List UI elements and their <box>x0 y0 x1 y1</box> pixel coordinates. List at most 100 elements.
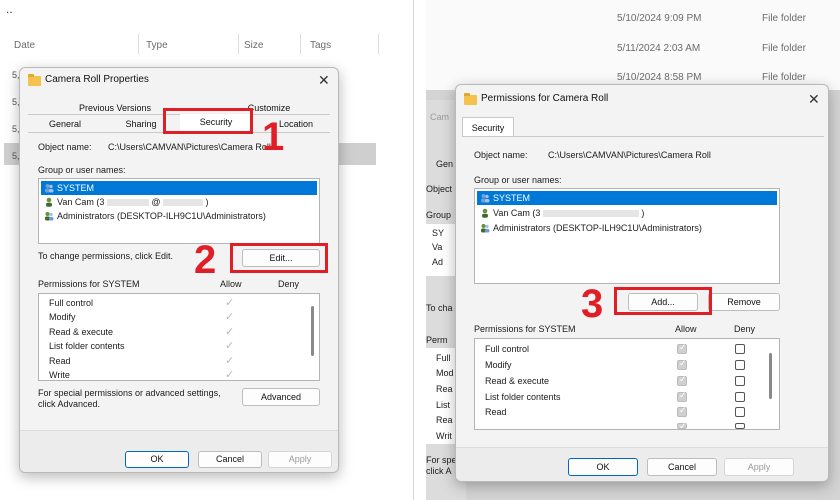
remove-button[interactable]: Remove <box>708 293 780 311</box>
apply-button[interactable]: Apply <box>724 458 794 476</box>
object-name-value: C:\Users\CAMVAN\Pictures\Camera Roll <box>108 142 271 152</box>
list-item-van-cam[interactable]: Van Cam (3 ) <box>477 206 777 220</box>
cancel-button[interactable]: Cancel <box>647 458 717 476</box>
allow-check-icon: ✓ <box>225 297 235 309</box>
column-header-size[interactable]: Size <box>244 40 263 51</box>
column-separator[interactable] <box>300 34 301 54</box>
user-icon <box>46 197 52 207</box>
behind-fragment: Full <box>436 353 451 363</box>
redacted-email <box>542 210 639 218</box>
deny-header: Deny <box>278 279 300 289</box>
list-item-van-cam[interactable]: Van Cam (3 @ ) <box>41 195 317 209</box>
left-screenshot-panel: .. Date Type Size Tags 5, 5, 5, 5, Camer… <box>0 0 414 500</box>
allow-checkbox[interactable] <box>677 358 687 370</box>
allow-check-icon: ✓ <box>225 369 235 381</box>
allow-checkbox[interactable] <box>677 374 687 386</box>
change-permissions-text: To change permissions, click Edit. <box>38 251 174 261</box>
allow-checkbox[interactable] <box>677 342 687 354</box>
allow-checkbox[interactable] <box>677 390 687 402</box>
user-name-part: ) <box>205 197 209 207</box>
tab-previous-versions[interactable]: Previous Versions <box>70 103 160 113</box>
tab-security[interactable]: Security <box>462 117 514 137</box>
advanced-button[interactable]: Advanced <box>242 388 320 406</box>
deny-checkbox[interactable] <box>735 360 745 370</box>
permissions-header: Permissions for SYSTEM <box>474 324 576 334</box>
column-separator[interactable] <box>138 34 139 54</box>
ok-button[interactable]: OK <box>125 451 189 468</box>
row-type: File folder <box>762 72 806 83</box>
group-label: Group or user names: <box>38 165 126 175</box>
step-number-2: 2 <box>194 238 217 282</box>
user-name: Administrators (DESKTOP-ILH9C1U\Administ… <box>57 211 266 221</box>
list-item-administrators[interactable]: Administrators (DESKTOP-ILH9C1U\Administ… <box>41 209 317 223</box>
behind-fragment: Gen <box>436 159 454 169</box>
apply-button[interactable]: Apply <box>268 451 332 468</box>
permissions-list: Full control Modify Read & execute List … <box>474 338 780 432</box>
object-name-label: Object name: <box>474 150 528 160</box>
ok-button[interactable]: OK <box>568 458 638 476</box>
column-header-tags[interactable]: Tags <box>310 40 331 51</box>
behind-fragment: Rea <box>436 415 453 425</box>
highlight-add-button <box>614 287 712 315</box>
list-item-system[interactable]: SYSTEM <box>477 191 777 205</box>
redacted-email <box>163 199 204 207</box>
permission-read: Read <box>49 356 71 366</box>
allow-check-icon: ✓ <box>225 326 235 338</box>
behind-fragment: SY <box>432 228 445 238</box>
allow-checkbox[interactable] <box>677 421 687 432</box>
list-item-system[interactable]: SYSTEM <box>41 181 317 195</box>
deny-checkbox[interactable] <box>735 392 745 402</box>
permission-full-control: Full control <box>49 298 94 308</box>
object-name-value: C:\Users\CAMVAN\Pictures\Camera Roll <box>548 150 711 160</box>
allow-header: Allow <box>675 324 697 334</box>
row-date: 5/10/2024 8:58 PM <box>617 72 702 83</box>
behind-fragment: Writ <box>436 431 452 441</box>
deny-header: Deny <box>734 324 756 334</box>
row-type: File folder <box>762 13 806 24</box>
allow-checkbox[interactable] <box>677 405 687 417</box>
list-item-administrators[interactable]: Administrators (DESKTOP-ILH9C1U\Administ… <box>477 221 777 235</box>
behind-fragment: Rea <box>436 384 453 394</box>
dialog-title-bar[interactable]: Permissions for Camera Roll ✕ <box>456 85 828 109</box>
allow-check-icon: ✓ <box>225 311 235 323</box>
column-separator[interactable] <box>238 34 239 54</box>
cancel-button[interactable]: Cancel <box>198 451 262 468</box>
permission-write: Write <box>49 370 70 380</box>
user-icon <box>482 208 488 218</box>
user-name: Van Cam (3 <box>493 208 541 218</box>
users-icon <box>45 212 54 221</box>
close-icon[interactable]: ✕ <box>318 73 330 87</box>
tab-sharing[interactable]: Sharing <box>114 119 168 129</box>
deny-checkbox[interactable] <box>735 407 745 417</box>
deny-checkbox[interactable] <box>735 376 745 386</box>
behind-fragment: Va <box>432 242 443 252</box>
scrollbar[interactable] <box>311 306 314 356</box>
dialog-title: Camera Roll Properties <box>45 74 149 85</box>
allow-header: Allow <box>220 279 242 289</box>
behind-fragment: Mod <box>436 368 454 378</box>
user-name: SYSTEM <box>57 183 95 193</box>
tab-divider <box>462 136 824 137</box>
permissions-header: Permissions for SYSTEM <box>38 279 140 289</box>
tab-general[interactable]: General <box>40 119 90 129</box>
close-icon[interactable]: ✕ <box>808 92 820 106</box>
behind-fragment: click A <box>426 466 452 476</box>
column-separator[interactable] <box>378 34 379 54</box>
user-list[interactable]: SYSTEM Van Cam (3 ) Administrators (DESK… <box>474 188 780 284</box>
column-header-type[interactable]: Type <box>146 40 168 51</box>
permission-read-execute: Read & execute <box>49 327 114 337</box>
users-icon <box>45 184 54 193</box>
dialog-title-bar[interactable]: Camera Roll Properties ✕ <box>20 68 338 92</box>
dialog-title: Permissions for Camera Roll <box>481 93 609 104</box>
deny-checkbox[interactable] <box>735 344 745 354</box>
object-name-label: Object name: <box>38 142 92 152</box>
scrollbar[interactable] <box>769 353 772 399</box>
right-screenshot-panel: 5/10/2024 9:09 PM File folder 5/11/2024 … <box>426 0 840 500</box>
deny-checkbox[interactable] <box>735 423 745 429</box>
permission-list-folder: List folder contents <box>485 392 561 402</box>
column-header-date[interactable]: Date <box>14 40 35 51</box>
user-name: Van Cam (3 <box>57 197 105 207</box>
user-list[interactable]: SYSTEM Van Cam (3 @ ) Administrators (DE… <box>38 178 320 244</box>
users-icon <box>481 224 490 233</box>
permissions-dialog: Permissions for Camera Roll ✕ Security O… <box>455 84 829 482</box>
